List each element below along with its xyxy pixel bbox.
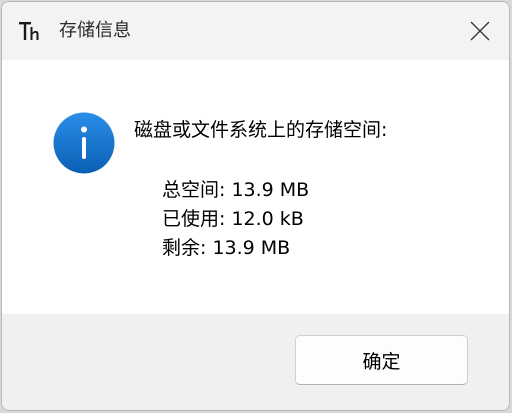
storage-info-dialog: 存储信息 磁盘或文件系统上的存储空间: 总空间: 13.9 MB 已使用: 12…: [1, 1, 510, 411]
total-space-text: 总空间: 13.9 MB: [162, 179, 310, 201]
typography-app-icon: [19, 22, 39, 40]
storage-details: 总空间: 13.9 MB 已使用: 12.0 kB 剩余: 13.9 MB: [162, 176, 309, 263]
ok-button[interactable]: 确定: [295, 335, 468, 385]
window-title: 存储信息: [59, 20, 131, 41]
used-space-text: 已使用: 12.0 kB: [162, 208, 304, 230]
close-icon: [470, 21, 490, 41]
information-icon: [53, 112, 115, 174]
dialog-footer: 确定: [2, 314, 509, 410]
free-space-text: 剩余: 13.9 MB: [162, 237, 291, 259]
dialog-content: 磁盘或文件系统上的存储空间: 总空间: 13.9 MB 已使用: 12.0 kB…: [2, 60, 509, 314]
close-button[interactable]: [451, 2, 509, 60]
title-bar: 存储信息: [2, 2, 509, 60]
main-instruction: 磁盘或文件系统上的存储空间:: [134, 119, 388, 141]
